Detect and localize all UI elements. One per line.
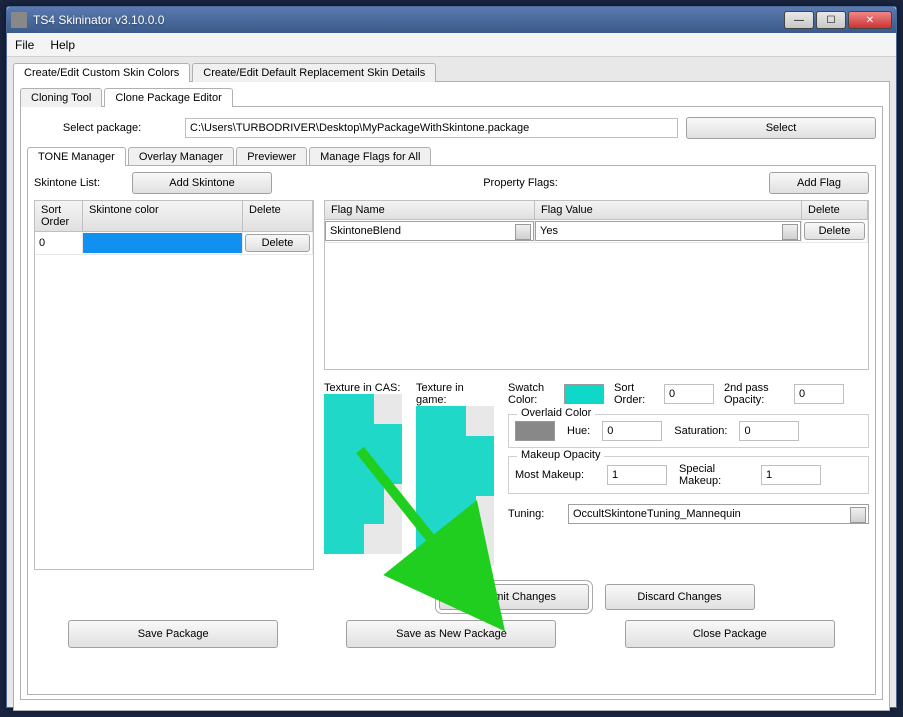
tab-clone-package-editor[interactable]: Clone Package Editor: [104, 88, 232, 107]
tuning-label: Tuning:: [508, 508, 558, 520]
sub-tabs: Cloning Tool Clone Package Editor: [20, 88, 883, 107]
table-row[interactable]: SkintoneBlend Yes Delete: [325, 220, 868, 243]
bottom-buttons: Save Package Save as New Package Close P…: [34, 620, 869, 648]
sub-panel: Select package: Select TONE Manager Over…: [20, 106, 883, 700]
texture-game-preview[interactable]: [416, 406, 494, 566]
tab-create-default[interactable]: Create/Edit Default Replacement Skin Det…: [192, 63, 436, 82]
cell-order: 0: [35, 232, 83, 254]
most-makeup-input[interactable]: [607, 465, 667, 485]
overlaid-color-box[interactable]: [515, 421, 555, 441]
menu-file[interactable]: File: [15, 38, 34, 52]
col-flag-value[interactable]: Flag Value: [535, 201, 802, 219]
save-package-button[interactable]: Save Package: [68, 620, 278, 648]
tab-previewer[interactable]: Previewer: [236, 147, 307, 166]
most-makeup-label: Most Makeup:: [515, 469, 595, 481]
special-makeup-input[interactable]: [761, 465, 821, 485]
saturation-label: Saturation:: [674, 425, 727, 437]
add-flag-button[interactable]: Add Flag: [769, 172, 869, 194]
col-flag-name[interactable]: Flag Name: [325, 201, 535, 219]
flag-name-dropdown[interactable]: SkintoneBlend: [325, 221, 534, 241]
tab-manage-flags[interactable]: Manage Flags for All: [309, 147, 431, 166]
overlaid-color-title: Overlaid Color: [517, 407, 595, 419]
makeup-opacity-group: Makeup Opacity Most Makeup: Special Make…: [508, 456, 869, 494]
app-icon: [11, 12, 27, 28]
col-delete[interactable]: Delete: [243, 201, 313, 231]
select-package-label: Select package:: [27, 122, 177, 134]
delete-flag-button[interactable]: Delete: [804, 222, 865, 240]
close-button[interactable]: ✕: [848, 11, 892, 29]
main-panel: Cloning Tool Clone Package Editor Select…: [13, 81, 890, 711]
swatch-label: Swatch Color:: [508, 382, 554, 406]
minimize-button[interactable]: —: [784, 11, 814, 29]
content-area: Create/Edit Custom Skin Colors Create/Ed…: [7, 57, 896, 717]
properties-panel: Swatch Color: Sort Order: 2nd pass Opaci…: [508, 382, 869, 524]
save-as-new-package-button[interactable]: Save as New Package: [346, 620, 556, 648]
sort-order-label: Sort Order:: [614, 382, 654, 406]
sort-order-input[interactable]: [664, 384, 714, 404]
texture-game: Texture in game:: [416, 382, 494, 566]
table-row[interactable]: 0 Delete: [35, 232, 313, 255]
makeup-opacity-title: Makeup Opacity: [517, 449, 604, 461]
right-column: Flag Name Flag Value Delete SkintoneBlen…: [324, 200, 869, 610]
cell-color-swatch: [83, 233, 242, 253]
tab-create-custom[interactable]: Create/Edit Custom Skin Colors: [13, 63, 190, 82]
commit-changes-button[interactable]: Commit Changes: [439, 584, 589, 610]
second-pass-label: 2nd pass Opacity:: [724, 382, 784, 406]
discard-changes-button[interactable]: Discard Changes: [605, 584, 755, 610]
menu-help[interactable]: Help: [50, 38, 75, 52]
window-controls: — ☐ ✕: [784, 11, 892, 29]
delete-skintone-button[interactable]: Delete: [245, 234, 310, 252]
texture-cas: Texture in CAS:: [324, 382, 402, 554]
col-sort-order[interactable]: Sort Order: [35, 201, 83, 231]
property-flags-label: Property Flags:: [280, 177, 761, 189]
tab-tone-manager[interactable]: TONE Manager: [27, 147, 126, 166]
tab-overlay-manager[interactable]: Overlay Manager: [128, 147, 234, 166]
texture-game-label: Texture in game:: [416, 382, 494, 406]
flag-value-dropdown[interactable]: Yes: [535, 221, 801, 241]
texture-cas-preview[interactable]: [324, 394, 402, 554]
window-title: TS4 Skininator v3.10.0.0: [33, 13, 784, 27]
hue-input[interactable]: [602, 421, 662, 441]
skintone-list: Sort Order Skintone color Delete 0 Delet…: [34, 200, 314, 610]
flags-grid: Flag Name Flag Value Delete SkintoneBlen…: [324, 200, 869, 370]
add-skintone-button[interactable]: Add Skintone: [132, 172, 272, 194]
col-skintone-color[interactable]: Skintone color: [83, 201, 243, 231]
texture-cas-label: Texture in CAS:: [324, 382, 402, 394]
editor-panel: Skintone List: Add Skintone Property Fla…: [27, 165, 876, 695]
package-path-input[interactable]: [185, 118, 678, 138]
col-flag-delete[interactable]: Delete: [802, 201, 868, 219]
second-pass-input[interactable]: [794, 384, 844, 404]
tab-cloning-tool[interactable]: Cloning Tool: [20, 88, 102, 107]
close-package-button[interactable]: Close Package: [625, 620, 835, 648]
swatch-color-box[interactable]: [564, 384, 604, 404]
hue-label: Hue:: [567, 425, 590, 437]
overlaid-color-group: Overlaid Color Hue: Saturation:: [508, 414, 869, 448]
saturation-input[interactable]: [739, 421, 799, 441]
titlebar[interactable]: TS4 Skininator v3.10.0.0 — ☐ ✕: [7, 7, 896, 33]
main-tabs: Create/Edit Custom Skin Colors Create/Ed…: [13, 63, 890, 82]
menubar: File Help: [7, 33, 896, 57]
select-button[interactable]: Select: [686, 117, 876, 139]
skintone-list-label: Skintone List:: [34, 177, 124, 189]
tuning-dropdown[interactable]: OccultSkintoneTuning_Mannequin: [568, 504, 869, 524]
select-package-row: Select package: Select: [27, 117, 876, 139]
maximize-button[interactable]: ☐: [816, 11, 846, 29]
app-window: TS4 Skininator v3.10.0.0 — ☐ ✕ File Help…: [6, 6, 897, 708]
editor-tabs: TONE Manager Overlay Manager Previewer M…: [27, 147, 876, 166]
special-makeup-label: Special Makeup:: [679, 463, 749, 487]
